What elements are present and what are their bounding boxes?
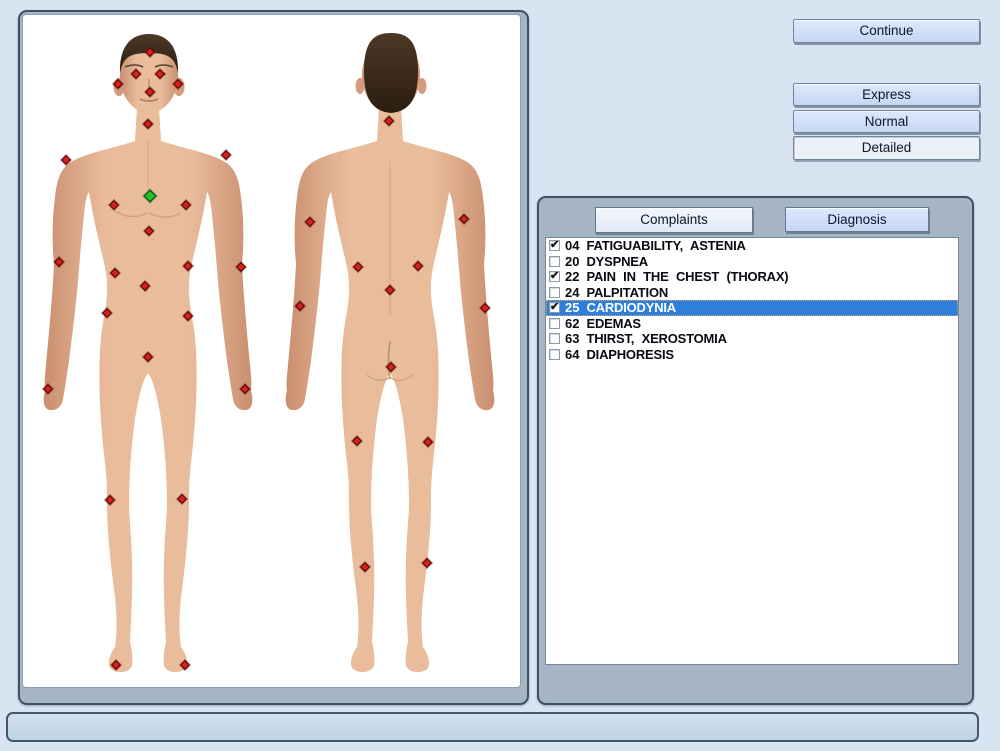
- continue-button[interactable]: Continue: [793, 19, 980, 43]
- body-marker-left-shoulder[interactable]: [61, 155, 71, 165]
- body-marker-left-nipple[interactable]: [109, 200, 119, 210]
- body-marker-left-calf-back[interactable]: [360, 562, 370, 572]
- complaints-list[interactable]: 04 FATIGUABILITY, ASTENIA 20 DYSPNEA 22 PAIN …: [545, 237, 959, 665]
- complaint-row-20[interactable]: 20 DYSPNEA: [546, 254, 958, 270]
- body-marker-left-eye[interactable]: [131, 69, 141, 79]
- body-marker-left-hand[interactable]: [43, 384, 53, 394]
- tab-complaints[interactable]: Complaints: [595, 207, 753, 233]
- body-marker-epigastrium[interactable]: [144, 226, 154, 236]
- body-marker-right-hand[interactable]: [240, 384, 250, 394]
- complaint-label: CARDIODYNIA: [586, 300, 676, 315]
- complaint-code: 22: [565, 269, 579, 284]
- complaint-label: FATIGUABILITY, ASTENIA: [586, 238, 745, 253]
- body-marker-right-calf-back[interactable]: [422, 558, 432, 568]
- body-marker-right-loin[interactable]: [413, 261, 423, 271]
- complaint-row-62[interactable]: 62 EDEMAS: [546, 316, 958, 332]
- body-marker-right-shoulder[interactable]: [221, 150, 231, 160]
- body-marker-gluteal[interactable]: [386, 362, 396, 372]
- complaint-label: THIRST, XEROSTOMIA: [586, 331, 726, 346]
- body-marker-chin-neck[interactable]: [143, 119, 153, 129]
- screen: Continue Express Normal Detailed Complai…: [0, 0, 1000, 751]
- complaint-row-24[interactable]: 24 PALPITATION: [546, 285, 958, 301]
- body-marker-left-loin[interactable]: [353, 262, 363, 272]
- complaint-checkbox-64[interactable]: [549, 349, 560, 360]
- detailed-mode-button[interactable]: Detailed: [793, 136, 980, 160]
- body-marker-right-eye[interactable]: [155, 69, 165, 79]
- complaint-checkbox-62[interactable]: [549, 318, 560, 329]
- body-marker-right-flank[interactable]: [183, 261, 193, 271]
- complaint-checkbox-24[interactable]: [549, 287, 560, 298]
- complaint-checkbox-25[interactable]: [549, 302, 560, 313]
- normal-mode-button[interactable]: Normal: [793, 110, 980, 133]
- body-marker-left-ear[interactable]: [113, 79, 123, 89]
- body-marker-left-thigh-back[interactable]: [352, 436, 362, 446]
- complaint-checkbox-04[interactable]: [549, 240, 560, 251]
- complaint-code: 63: [565, 331, 579, 346]
- complaint-row-63[interactable]: 63 THIRST, XEROSTOMIA: [546, 331, 958, 347]
- body-marker-left-flank[interactable]: [110, 268, 120, 278]
- complaint-code: 62: [565, 316, 579, 331]
- body-marker-navel[interactable]: [140, 281, 150, 291]
- body-map-panel: [18, 10, 529, 705]
- body-marker-left-elbow[interactable]: [54, 257, 64, 267]
- body-marker-left-iliac[interactable]: [102, 308, 112, 318]
- complaint-row-25[interactable]: 25 CARDIODYNIA: [546, 300, 958, 316]
- body-marker-left-upper-arm-back[interactable]: [305, 217, 315, 227]
- complaint-label: EDEMAS: [586, 316, 640, 331]
- body-marker-right-forearm-back[interactable]: [480, 303, 490, 313]
- body-marker-left-knee[interactable]: [105, 495, 115, 505]
- complaint-code: 24: [565, 285, 579, 300]
- body-marker-right-thigh-back[interactable]: [423, 437, 433, 447]
- complaint-row-04[interactable]: 04 FATIGUABILITY, ASTENIA: [546, 238, 958, 254]
- body-marker-forehead[interactable]: [145, 47, 155, 57]
- body-marker-right-iliac[interactable]: [183, 311, 193, 321]
- body-marker-right-foot[interactable]: [180, 660, 190, 670]
- body-marker-right-upper-arm-back[interactable]: [459, 214, 469, 224]
- body-markers: [20, 12, 527, 703]
- complaint-checkbox-22[interactable]: [549, 271, 560, 282]
- body-marker-left-foot[interactable]: [111, 660, 121, 670]
- complaint-label: PAIN IN THE CHEST (THORAX): [586, 269, 788, 284]
- body-marker-left-forearm-back[interactable]: [295, 301, 305, 311]
- complaint-checkbox-20[interactable]: [549, 256, 560, 267]
- body-marker-right-knee[interactable]: [177, 494, 187, 504]
- complaint-label: PALPITATION: [586, 285, 668, 300]
- complaint-code: 20: [565, 254, 579, 269]
- complaint-code: 64: [565, 347, 579, 362]
- status-bar: [6, 712, 979, 742]
- body-marker-pubis[interactable]: [143, 352, 153, 362]
- complaint-code: 04: [565, 238, 579, 253]
- complaint-label: DYSPNEA: [586, 254, 647, 269]
- body-marker-chest-center[interactable]: [144, 190, 157, 203]
- complaint-code: 25: [565, 300, 579, 315]
- body-marker-right-ear[interactable]: [173, 79, 183, 89]
- express-mode-button[interactable]: Express: [793, 83, 980, 106]
- body-marker-sacrum[interactable]: [385, 285, 395, 295]
- body-marker-nose[interactable]: [145, 87, 155, 97]
- tab-diagnosis[interactable]: Diagnosis: [785, 207, 929, 232]
- complaint-checkbox-63[interactable]: [549, 333, 560, 344]
- complaints-panel: Complaints Diagnosis 04 FATIGUABILITY, AS…: [537, 196, 974, 705]
- complaint-label: DIAPHORESIS: [586, 347, 673, 362]
- body-marker-neck-back[interactable]: [384, 116, 394, 126]
- body-marker-right-nipple[interactable]: [181, 200, 191, 210]
- body-marker-right-elbow[interactable]: [236, 262, 246, 272]
- complaint-row-64[interactable]: 64 DIAPHORESIS: [546, 347, 958, 363]
- complaint-row-22[interactable]: 22 PAIN IN THE CHEST (THORAX): [546, 269, 958, 285]
